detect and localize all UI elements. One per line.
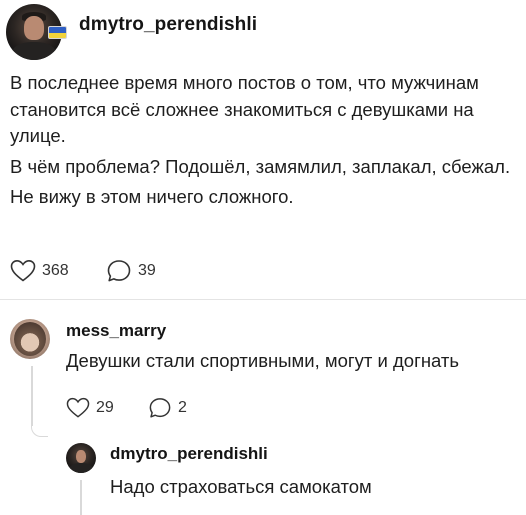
comment-author-username[interactable]: mess_marry <box>66 321 166 341</box>
post-like-button[interactable]: 368 <box>10 259 69 283</box>
post-body: В последнее время много постов о том, чт… <box>10 70 516 215</box>
speech-bubble-icon <box>106 259 132 283</box>
heart-icon <box>66 397 90 419</box>
thread-line <box>31 366 33 426</box>
thread-connector <box>31 418 48 437</box>
reply-author-avatar[interactable] <box>66 443 96 473</box>
commenter-avatar[interactable] <box>10 319 50 359</box>
post-paragraph: В чём проблема? Подошёл, замямлил, запла… <box>10 155 511 177</box>
post-paragraph: В последнее время много постов о том, чт… <box>10 72 479 146</box>
comment-like-button[interactable]: 29 <box>66 397 114 419</box>
comment-text: Девушки стали спортивными, могут и догна… <box>66 350 460 371</box>
speech-bubble-icon <box>148 397 172 419</box>
comment-reply-button[interactable]: 2 <box>148 397 187 419</box>
post-comment-button[interactable]: 39 <box>106 259 156 283</box>
reply-author-username[interactable]: dmytro_perendishli <box>110 444 268 464</box>
comment-like-count: 29 <box>96 399 114 416</box>
ukraine-flag-icon <box>48 26 67 39</box>
post-paragraph: Не вижу в этом ничего сложного. <box>10 186 294 207</box>
divider <box>0 299 526 300</box>
post-author-username[interactable]: dmytro_perendishli <box>79 14 257 36</box>
heart-icon <box>10 259 36 283</box>
comment-reply-count: 2 <box>178 399 187 416</box>
post-like-count: 368 <box>42 262 69 279</box>
post-comment-count: 39 <box>138 262 156 279</box>
reply-text: Надо страховаться самокатом <box>110 476 372 497</box>
thread-line <box>80 480 82 515</box>
